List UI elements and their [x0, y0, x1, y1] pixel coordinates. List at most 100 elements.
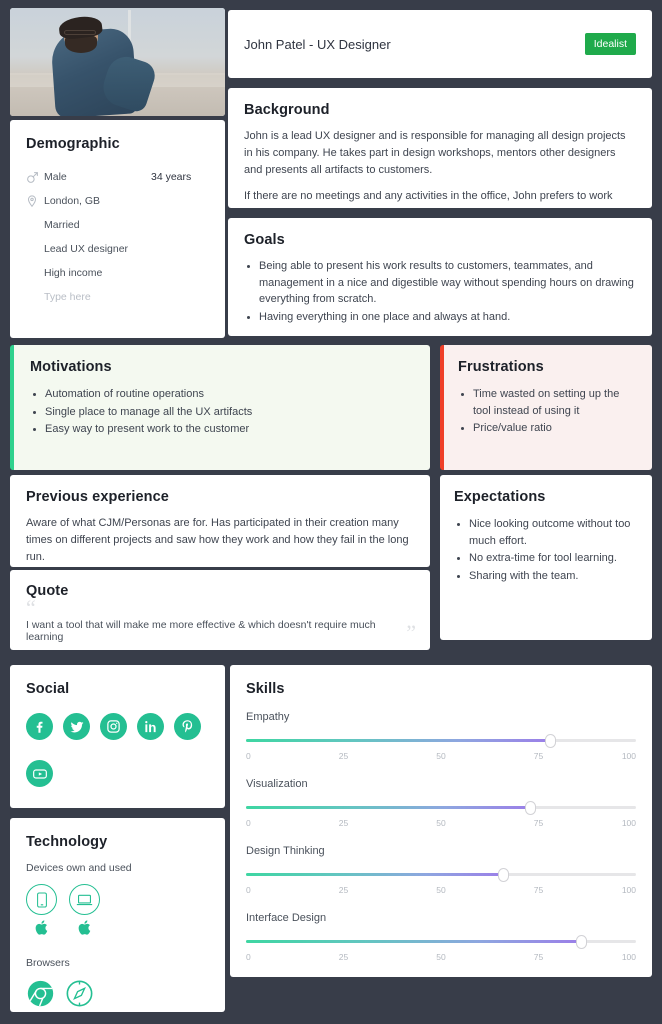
youtube-icon[interactable] — [26, 760, 53, 787]
social-card: Social — [10, 665, 225, 808]
demographic-type-here-placeholder[interactable]: Type here — [44, 291, 91, 303]
slider-scale: 0 25 50 75 100 — [246, 952, 636, 966]
list-item: Sharing with the team. — [469, 568, 638, 585]
previous-experience-card: Previous experience Aware of what CJM/Pe… — [10, 475, 430, 567]
skills-title: Skills — [246, 681, 285, 697]
quote-close-mark: ” — [406, 620, 416, 645]
demographic-row-gender[interactable]: Male 34 years — [26, 165, 209, 189]
photo-person-glasses — [63, 29, 96, 35]
list-item: Automation of routine operations — [45, 386, 414, 403]
safari-icon[interactable] — [65, 979, 94, 1008]
slider-fill — [246, 806, 531, 809]
male-gender-icon — [26, 171, 44, 184]
skills-list: Empathy 0 25 50 75 100 Visualization 0 25 50 75 100… — [246, 711, 636, 966]
quote-text: I want a tool that will make me more eff… — [26, 619, 376, 643]
persona-name[interactable]: John Patel - UX Designer — [244, 37, 391, 52]
slider-scale: 0 25 50 75 100 — [246, 751, 636, 765]
persona-board: Demographic Male 34 years London, GB Mar… — [0, 0, 662, 1024]
motivations-title: Motivations — [30, 359, 112, 375]
persona-type-badge[interactable]: Idealist — [584, 33, 636, 55]
demographic-location-value: London, GB — [44, 195, 101, 207]
location-pin-icon — [26, 194, 44, 208]
slider-scale: 0 25 50 75 100 — [246, 885, 636, 899]
skill-label: Design Thinking — [246, 845, 325, 857]
technology-devices-label: Devices own and used — [26, 862, 132, 874]
instagram-icon[interactable] — [100, 713, 127, 740]
quote-title: Quote — [26, 583, 69, 599]
demographic-income-value: High income — [44, 267, 103, 279]
skill-label: Empathy — [246, 711, 290, 723]
slider-tick-label: 25 — [338, 818, 349, 828]
demographic-row-add-new[interactable]: Type here — [26, 285, 209, 309]
demographic-role-value: Lead UX designer — [44, 243, 129, 255]
skill-slider[interactable] — [246, 868, 636, 882]
goals-title: Goals — [244, 232, 285, 248]
list-item: Price/value ratio — [473, 420, 638, 437]
previous-experience-title: Previous experience — [26, 489, 169, 505]
persona-photo — [10, 8, 225, 116]
background-paragraph: If there are no meetings and any activit… — [244, 190, 613, 208]
skill-slider[interactable] — [246, 935, 636, 949]
facebook-icon[interactable] — [26, 713, 53, 740]
technology-devices-row — [26, 884, 209, 941]
slider-tick-label: 50 — [436, 751, 446, 761]
slider-thumb[interactable] — [544, 734, 556, 748]
demographic-marital-value: Married — [44, 219, 80, 231]
goals-card: Goals Being able to present his work res… — [228, 218, 652, 336]
persona-photo-card — [10, 8, 225, 116]
skill-row: Visualization 0 25 50 75 100 — [246, 778, 636, 832]
list-item: Having everything in one place and alway… — [259, 309, 636, 326]
frustrations-list: Time wasted on setting up the tool inste… — [458, 386, 638, 437]
slider-thumb[interactable] — [497, 868, 509, 882]
slider-tick-label: 0 — [246, 818, 251, 828]
slider-fill — [246, 739, 551, 742]
skill-slider[interactable] — [246, 734, 636, 748]
technology-card: Technology Devices own and used Browsers — [10, 818, 225, 1012]
twitter-icon[interactable] — [63, 713, 90, 740]
slider-tick-label: 0 — [246, 751, 251, 761]
frustrations-card: Frustrations Time wasted on setting up t… — [440, 345, 652, 470]
slider-tick-label: 50 — [436, 885, 446, 895]
background-paragraph: John is a lead UX designer and is respon… — [244, 130, 626, 176]
slider-tick-label: 100 — [621, 818, 636, 828]
background-title: Background — [244, 102, 330, 118]
slider-thumb[interactable] — [575, 935, 587, 949]
technology-title: Technology — [26, 834, 108, 850]
slider-tick-label: 0 — [246, 885, 251, 895]
list-item: Being able to present his work results t… — [259, 258, 636, 308]
technology-browsers-label: Browsers — [26, 957, 70, 969]
expectations-card: Expectations Nice looking outcome withou… — [440, 475, 652, 640]
slider-thumb[interactable] — [525, 801, 537, 815]
device-laptop[interactable] — [69, 884, 100, 941]
slider-tick-label: 75 — [533, 751, 544, 761]
slider-tick-label: 100 — [621, 885, 636, 895]
demographic-age-value: 34 years — [151, 171, 192, 183]
skill-slider[interactable] — [246, 801, 636, 815]
device-smartphone[interactable] — [26, 884, 57, 941]
apple-logo-icon — [34, 919, 49, 941]
pinterest-icon[interactable] — [174, 713, 201, 740]
list-item: No extra-time for tool learning. — [469, 550, 638, 567]
social-icon-row — [26, 713, 209, 797]
frustrations-title: Frustrations — [458, 359, 544, 375]
demographic-gender-value: Male — [44, 171, 67, 183]
quote-card: Quote “ I want a tool that will make me … — [10, 570, 430, 650]
demographic-row-income[interactable]: High income — [26, 261, 209, 285]
skill-label: Interface Design — [246, 912, 327, 924]
slider-tick-label: 25 — [338, 751, 349, 761]
background-text: John is a lead UX designer and is respon… — [244, 128, 636, 208]
slider-tick-label: 100 — [621, 751, 636, 761]
demographic-row-marital[interactable]: Married — [26, 213, 209, 237]
expectations-title: Expectations — [454, 489, 546, 505]
skill-row: Design Thinking 0 25 50 75 100 — [246, 845, 636, 899]
skill-row: Interface Design 0 25 50 75 100 — [246, 912, 636, 966]
demographic-row-location[interactable]: London, GB — [26, 189, 209, 213]
quote-open-mark: “ — [26, 595, 36, 620]
list-item: Time wasted on setting up the tool inste… — [473, 386, 638, 419]
motivations-list: Automation of routine operations Single … — [30, 386, 414, 438]
chrome-icon[interactable] — [26, 979, 55, 1008]
slider-tick-label: 0 — [246, 952, 251, 962]
demographic-row-role[interactable]: Lead UX designer — [26, 237, 209, 261]
linkedin-icon[interactable] — [137, 713, 164, 740]
background-card: Background John is a lead UX designer an… — [228, 88, 652, 208]
